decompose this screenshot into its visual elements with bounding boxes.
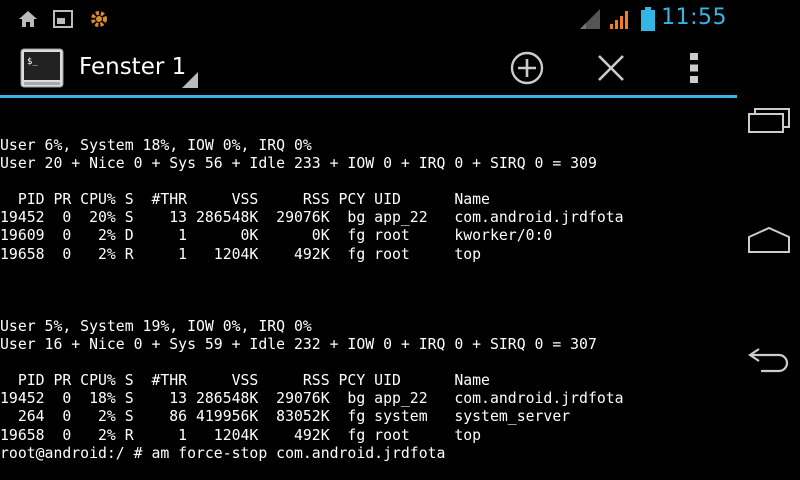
terminal-line: root@android:/ # am force-stop com.andro… xyxy=(0,444,446,462)
back-icon xyxy=(748,348,789,373)
recent-apps-icon xyxy=(748,108,790,133)
terminal-line: User 5%, System 19%, IOW 0%, IRQ 0% xyxy=(0,317,312,335)
terminal-app-icon[interactable]: $_ xyxy=(20,48,64,88)
home-nav-icon xyxy=(748,226,790,253)
overflow-menu-button[interactable] xyxy=(672,46,716,90)
terminal-line: 19452 0 18% S 13 286548K 29076K bg app_2… xyxy=(0,390,624,408)
terminal-line: PID PR CPU% S #THR VSS RSS PCY UID Name xyxy=(0,372,490,390)
terminal-line: User 16 + Nice 0 + Sys 59 + Idle 232 + I… xyxy=(0,336,597,354)
svg-text:$_: $_ xyxy=(27,57,38,67)
add-window-icon xyxy=(510,51,544,85)
home-nav-button[interactable] xyxy=(743,220,795,260)
overflow-menu-icon xyxy=(690,53,698,83)
recent-apps-button[interactable] xyxy=(743,100,795,140)
signal-strength-icon xyxy=(580,9,600,29)
signal-strength-alt-icon xyxy=(610,11,628,29)
back-button[interactable] xyxy=(743,340,795,380)
terminal-line: 264 0 2% S 86 419956K 83052K fg system s… xyxy=(0,408,571,426)
terminal-line: 19452 0 20% S 13 286548K 29076K bg app_2… xyxy=(0,209,624,227)
close-window-icon xyxy=(598,55,624,81)
action-bar: $_ Fenster 1 xyxy=(0,38,737,98)
terminal-line: PID PR CPU% S #THR VSS RSS PCY UID Name xyxy=(0,191,490,209)
status-bar: 11:55 xyxy=(0,0,737,38)
screen-icon xyxy=(53,10,73,28)
terminal-line: User 20 + Nice 0 + Sys 56 + Idle 233 + I… xyxy=(0,155,597,173)
terminal-line: User 6%, System 18%, IOW 0%, IRQ 0% xyxy=(0,137,312,154)
window-title[interactable]: Fenster 1 xyxy=(79,54,186,80)
add-window-button[interactable] xyxy=(505,46,549,90)
dropdown-indicator-icon[interactable] xyxy=(182,72,198,88)
terminal-line: 19658 0 2% R 1 1204K 492K fg root top xyxy=(0,245,482,263)
settings-gear-icon xyxy=(91,11,107,27)
terminal-output: User 6%, System 18%, IOW 0%, IRQ 0% User … xyxy=(0,137,624,463)
terminal-line: 19658 0 2% R 1 1204K 492K fg root top xyxy=(0,426,482,444)
status-clock: 11:55 xyxy=(661,5,727,30)
close-window-button[interactable] xyxy=(589,46,633,90)
navigation-bar xyxy=(737,0,800,480)
home-icon xyxy=(19,11,37,27)
terminal-view[interactable]: User 6%, System 18%, IOW 0%, IRQ 0% User … xyxy=(0,98,737,480)
terminal-line: 19609 0 2% D 1 0K 0K fg root kworker/0:0 xyxy=(0,227,553,245)
battery-icon xyxy=(641,7,655,31)
